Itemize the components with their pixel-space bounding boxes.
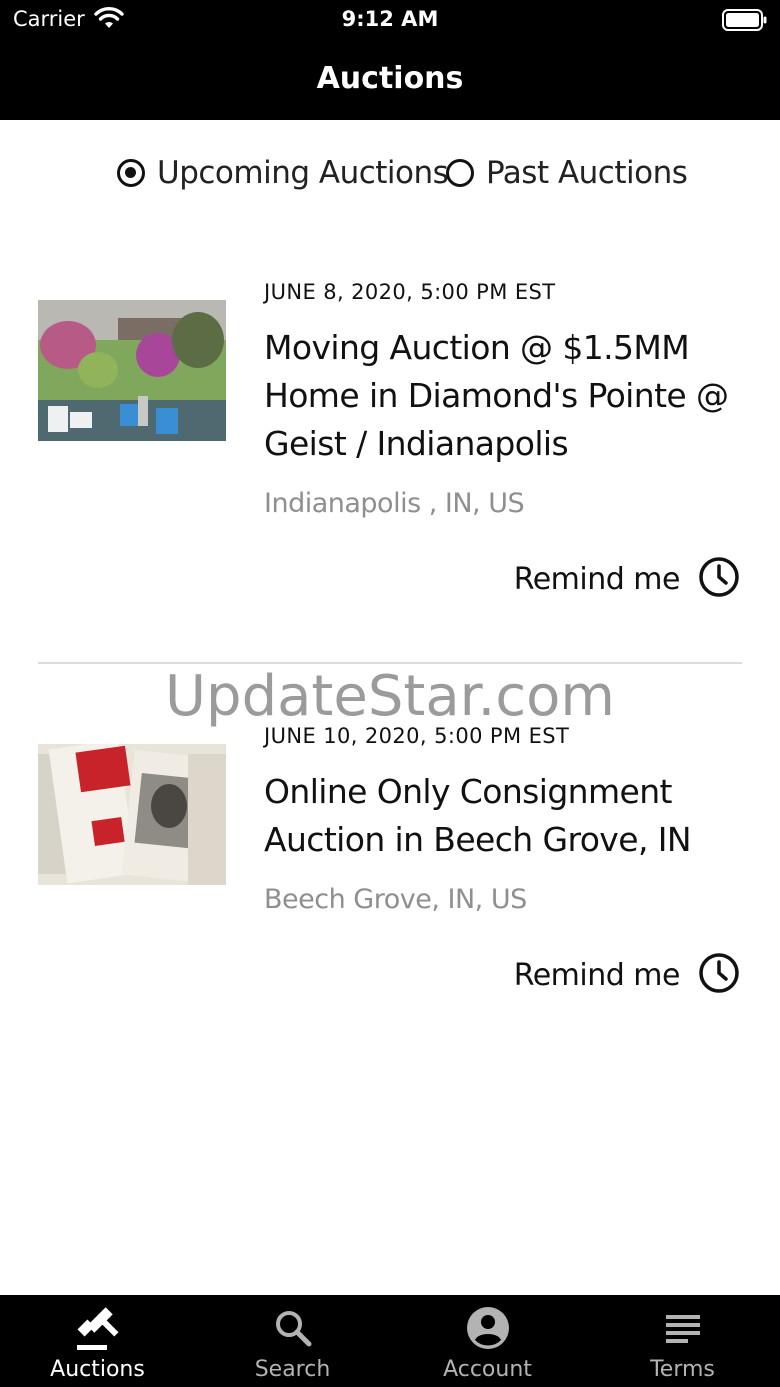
- search-icon: [195, 1305, 390, 1351]
- auction-filter: Upcoming Auctions Past Auctions: [0, 148, 780, 198]
- account-icon: [390, 1305, 585, 1351]
- tab-label: Auctions: [50, 1357, 145, 1382]
- past-auctions-label: Past Auctions: [486, 155, 688, 191]
- page-title: Auctions: [316, 61, 464, 96]
- tab-terms[interactable]: Terms: [585, 1295, 780, 1387]
- auction-date: JUNE 10, 2020, 5:00 PM EST: [264, 724, 570, 748]
- battery-icon: [722, 9, 768, 35]
- auction-thumbnail[interactable]: [38, 300, 226, 441]
- navigation-bar: Auctions: [0, 40, 780, 120]
- auction-card[interactable]: JUNE 8, 2020, 5:00 PM EST Moving Auction…: [38, 278, 742, 608]
- tab-bar: Auctions Search Account Terms: [0, 1295, 780, 1387]
- clock-icon: [698, 556, 740, 603]
- auction-title[interactable]: Moving Auction @ $1.5MM Home in Diamond'…: [264, 324, 742, 468]
- newspapers-image: [38, 744, 226, 885]
- lake-house-image: [38, 300, 226, 441]
- clock-time: 9:12 AM: [341, 7, 439, 31]
- gavel-icon: [0, 1305, 195, 1351]
- tab-label: Terms: [650, 1357, 715, 1382]
- upcoming-auctions-label: Upcoming Auctions: [157, 155, 449, 191]
- auction-card[interactable]: JUNE 10, 2020, 5:00 PM EST Online Only C…: [38, 722, 742, 1012]
- remind-me-button[interactable]: Remind me: [514, 952, 740, 999]
- remind-me-label: Remind me: [513, 562, 681, 597]
- tab-label: Account: [443, 1357, 532, 1382]
- tab-account[interactable]: Account: [390, 1295, 585, 1387]
- upcoming-auctions-option[interactable]: Upcoming Auctions: [117, 148, 449, 198]
- past-auctions-option[interactable]: Past Auctions: [446, 148, 688, 198]
- auction-location: Indianapolis , IN, US: [264, 488, 525, 519]
- auction-location: Beech Grove, IN, US: [264, 884, 527, 915]
- tab-search[interactable]: Search: [195, 1295, 390, 1387]
- remind-me-label: Remind me: [513, 958, 681, 993]
- auction-date: JUNE 8, 2020, 5:00 PM EST: [264, 280, 556, 304]
- watermark: UpdateStar.com: [165, 664, 615, 729]
- status-bar: Carrier 9:12 AM: [0, 0, 780, 40]
- tab-auctions[interactable]: Auctions: [0, 1295, 195, 1387]
- remind-me-button[interactable]: Remind me: [514, 556, 740, 603]
- terms-icon: [585, 1305, 780, 1351]
- auction-thumbnail[interactable]: [38, 744, 226, 885]
- clock-icon: [698, 952, 740, 999]
- auction-title[interactable]: Online Only Consignment Auction in Beech…: [264, 768, 742, 864]
- radio-unselected-icon[interactable]: [446, 159, 474, 187]
- tab-label: Search: [254, 1357, 331, 1382]
- radio-selected-icon[interactable]: [117, 159, 145, 187]
